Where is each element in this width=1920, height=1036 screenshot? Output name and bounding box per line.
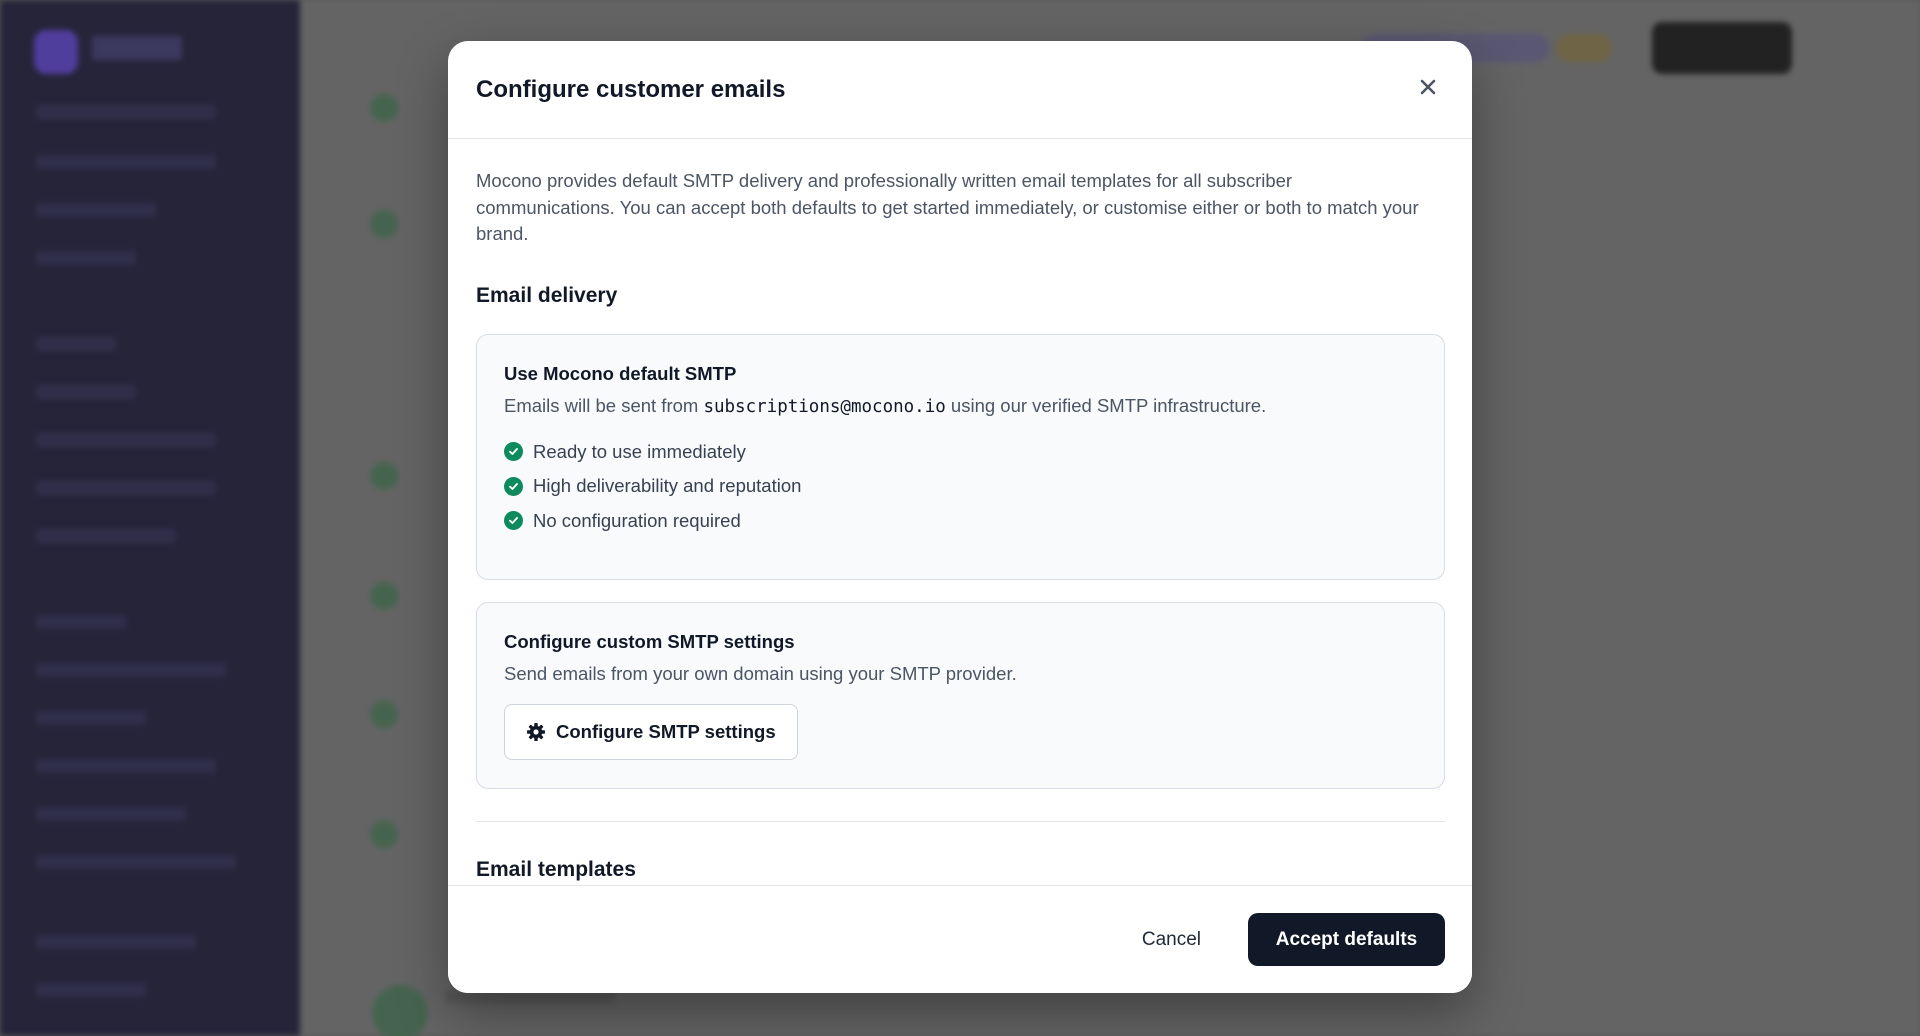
sender-address: subscriptions@mocono.io	[703, 396, 946, 417]
default-smtp-option[interactable]: Use Mocono default SMTP Emails will be s…	[476, 333, 1445, 580]
default-smtp-title: Use Mocono default SMTP	[504, 362, 737, 384]
list-item: High deliverability and reputation	[504, 469, 1416, 504]
dialog-body[interactable]: Mocono provides default SMTP delivery an…	[448, 140, 1472, 885]
feature-list: Ready to use immediately High deliverabi…	[504, 435, 1416, 539]
configure-smtp-label: Configure SMTP settings	[556, 720, 776, 742]
dialog-title: Configure customer emails	[476, 75, 786, 103]
accept-defaults-button[interactable]: Accept defaults	[1248, 913, 1445, 966]
feature-label: No configuration required	[533, 509, 741, 531]
cancel-button[interactable]: Cancel	[1132, 919, 1211, 961]
custom-smtp-option[interactable]: Configure custom SMTP settings Send emai…	[476, 601, 1445, 789]
dialog-intro: Mocono provides default SMTP delivery an…	[476, 170, 1419, 244]
dialog-footer: Cancel Accept defaults	[448, 885, 1472, 993]
description-suffix: using our verified SMTP infrastructure.	[945, 394, 1267, 416]
email-delivery-heading: Email delivery	[476, 283, 618, 307]
description-prefix: Emails will be sent from	[504, 394, 704, 416]
check-circle-icon	[504, 476, 523, 496]
feature-label: High deliverability and reputation	[533, 475, 802, 497]
section-divider	[476, 820, 1445, 822]
close-icon	[1419, 78, 1437, 101]
close-button[interactable]	[1412, 74, 1444, 106]
dialog-header: Configure customer emails	[448, 41, 1472, 139]
custom-smtp-description: Send emails from your own domain using y…	[504, 662, 1017, 684]
custom-smtp-title: Configure custom SMTP settings	[504, 630, 795, 652]
configure-emails-dialog: Configure customer emails Mocono provide…	[448, 41, 1472, 993]
check-circle-icon	[504, 511, 523, 531]
check-circle-icon	[504, 442, 523, 462]
configure-smtp-button[interactable]: Configure SMTP settings	[504, 703, 798, 760]
list-item: No configuration required	[504, 504, 1416, 539]
default-smtp-description: Emails will be sent from subscriptions@m…	[504, 395, 1416, 417]
feature-label: Ready to use immediately	[533, 440, 746, 462]
email-templates-heading: Email templates	[476, 857, 636, 881]
gear-icon	[526, 722, 546, 742]
list-item: Ready to use immediately	[504, 435, 1416, 470]
